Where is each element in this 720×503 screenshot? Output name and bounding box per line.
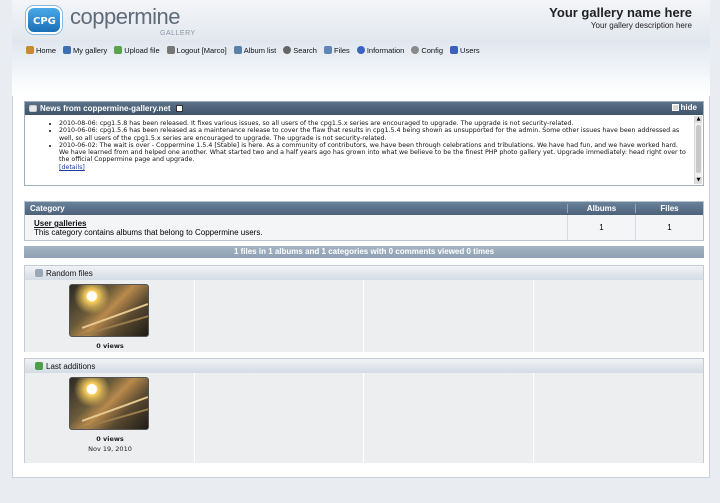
news-title: News from coppermine-gallery.net — [40, 104, 171, 113]
news-content[interactable]: 2010-08-06: cpg1.5.8 has been released. … — [25, 115, 703, 185]
files-icon — [323, 46, 332, 54]
scroll-up-icon[interactable]: ▲ — [695, 116, 702, 123]
nav-album-list[interactable]: Album list — [233, 44, 277, 56]
nav-my-gallery[interactable]: My gallery — [63, 44, 107, 56]
empty-cell — [533, 280, 703, 352]
scroll-thumb[interactable] — [696, 125, 701, 173]
nav-information[interactable]: Information — [356, 44, 405, 56]
random-files-block: Random files 0 views — [24, 265, 704, 352]
category-link[interactable]: User galleries — [34, 219, 558, 228]
information-icon — [356, 46, 365, 54]
hide-label: hide — [680, 103, 697, 112]
random-files-header: Random files — [25, 266, 703, 280]
config-icon — [411, 46, 420, 54]
hide-news-button[interactable]: hide — [671, 103, 697, 112]
nav-users[interactable]: Users — [450, 44, 480, 56]
logo-text: CPG — [33, 16, 56, 27]
nav-label: Album list — [243, 45, 277, 55]
empty-cell — [364, 280, 534, 352]
category-table: Category Albums Files User galleries Thi… — [24, 201, 704, 241]
nav-label: Upload file — [124, 45, 160, 55]
scroll-down-icon[interactable]: ▼ — [695, 177, 702, 184]
column-files: Files — [635, 204, 703, 213]
nav-label: Logout [Marco] — [176, 45, 227, 55]
random-files-icon — [35, 269, 43, 277]
news-item: 2010-06-06: cpg1.5.6 has been released a… — [59, 127, 689, 142]
album-list-icon — [233, 46, 242, 54]
hide-icon — [671, 104, 679, 111]
news-item-text: 2010-06-02: The wait is over - Coppermin… — [59, 141, 686, 164]
thumbnail-cell: 0 views Nov 19, 2010 — [25, 373, 195, 463]
nav-label: Home — [36, 45, 57, 55]
nav-files[interactable]: Files — [323, 44, 350, 56]
empty-cell — [194, 280, 364, 352]
header: CPG coppermine GALLERY Your gallery name… — [12, 0, 710, 40]
thumbnail-image[interactable] — [69, 377, 149, 430]
news-scrollbar[interactable]: ▲ ▼ — [694, 116, 702, 184]
nav-label: Config — [421, 45, 444, 55]
nav-home[interactable]: Home — [26, 44, 56, 56]
random-files-title: Random files — [46, 268, 93, 278]
nav-label: Information — [366, 45, 405, 55]
category-description: This category contains albums that belon… — [34, 228, 263, 237]
last-additions-icon — [35, 362, 43, 370]
nav-search[interactable]: Search — [283, 44, 317, 56]
random-files-grid: 0 views — [25, 280, 703, 352]
users-icon — [450, 46, 459, 54]
albums-count: 1 — [567, 215, 635, 240]
thumbnail-cell: 0 views — [25, 280, 195, 352]
logout-icon — [166, 46, 175, 54]
nav-label: Search — [293, 45, 317, 55]
gallery-icon — [63, 46, 72, 54]
nav-config[interactable]: Config — [411, 44, 443, 56]
last-additions-header: Last additions — [25, 359, 703, 373]
brand-subtitle: GALLERY — [160, 30, 196, 37]
column-category: Category — [30, 204, 65, 213]
thumbnail-views: 0 views — [96, 435, 124, 443]
column-albums: Albums — [567, 204, 635, 213]
category-table-header: Category Albums Files — [25, 202, 703, 215]
site-name: Your gallery name here — [549, 5, 692, 20]
logo-icon[interactable]: CPG — [26, 6, 62, 34]
table-row: User galleries This category contains al… — [25, 215, 703, 240]
news-item: 2010-08-06: cpg1.5.8 has been released. … — [59, 120, 689, 127]
search-icon — [283, 46, 292, 54]
category-cell: User galleries This category contains al… — [25, 215, 567, 240]
nav-label: Files — [333, 45, 350, 55]
nav-upload-file[interactable]: Upload file — [114, 44, 160, 56]
main-menu: Home My gallery Upload file Logout [Marc… — [26, 44, 480, 56]
news-icon — [29, 105, 37, 112]
nav-label: Users — [460, 45, 480, 55]
site-description: Your gallery description here — [590, 21, 692, 30]
upload-icon — [114, 46, 123, 54]
nav-logout[interactable]: Logout [Marco] — [166, 44, 227, 56]
files-count: 1 — [635, 215, 703, 240]
news-header: News from coppermine-gallery.net — [25, 102, 703, 115]
news-item: 2010-06-02: The wait is over - Coppermin… — [59, 142, 689, 171]
brand-name: coppermine — [70, 4, 180, 29]
empty-cell — [194, 373, 364, 463]
thumbnail-date: Nov 19, 2010 — [88, 445, 132, 453]
last-additions-title: Last additions — [46, 361, 96, 371]
external-link-icon[interactable] — [175, 105, 183, 112]
last-additions-block: Last additions 0 views Nov 19, 2010 — [24, 358, 704, 463]
empty-cell — [364, 373, 534, 463]
last-additions-grid: 0 views Nov 19, 2010 — [25, 373, 703, 463]
thumbnail-image[interactable] — [69, 284, 149, 337]
empty-cell — [533, 373, 703, 463]
details-link[interactable]: [details] — [59, 164, 85, 171]
home-icon — [26, 46, 34, 54]
nav-label: My gallery — [73, 45, 108, 55]
thumbnail-views: 0 views — [96, 342, 124, 350]
stats-bar: 1 files in 1 albums and 1 categories wit… — [24, 246, 704, 258]
news-box: News from coppermine-gallery.net hide 20… — [24, 101, 704, 186]
